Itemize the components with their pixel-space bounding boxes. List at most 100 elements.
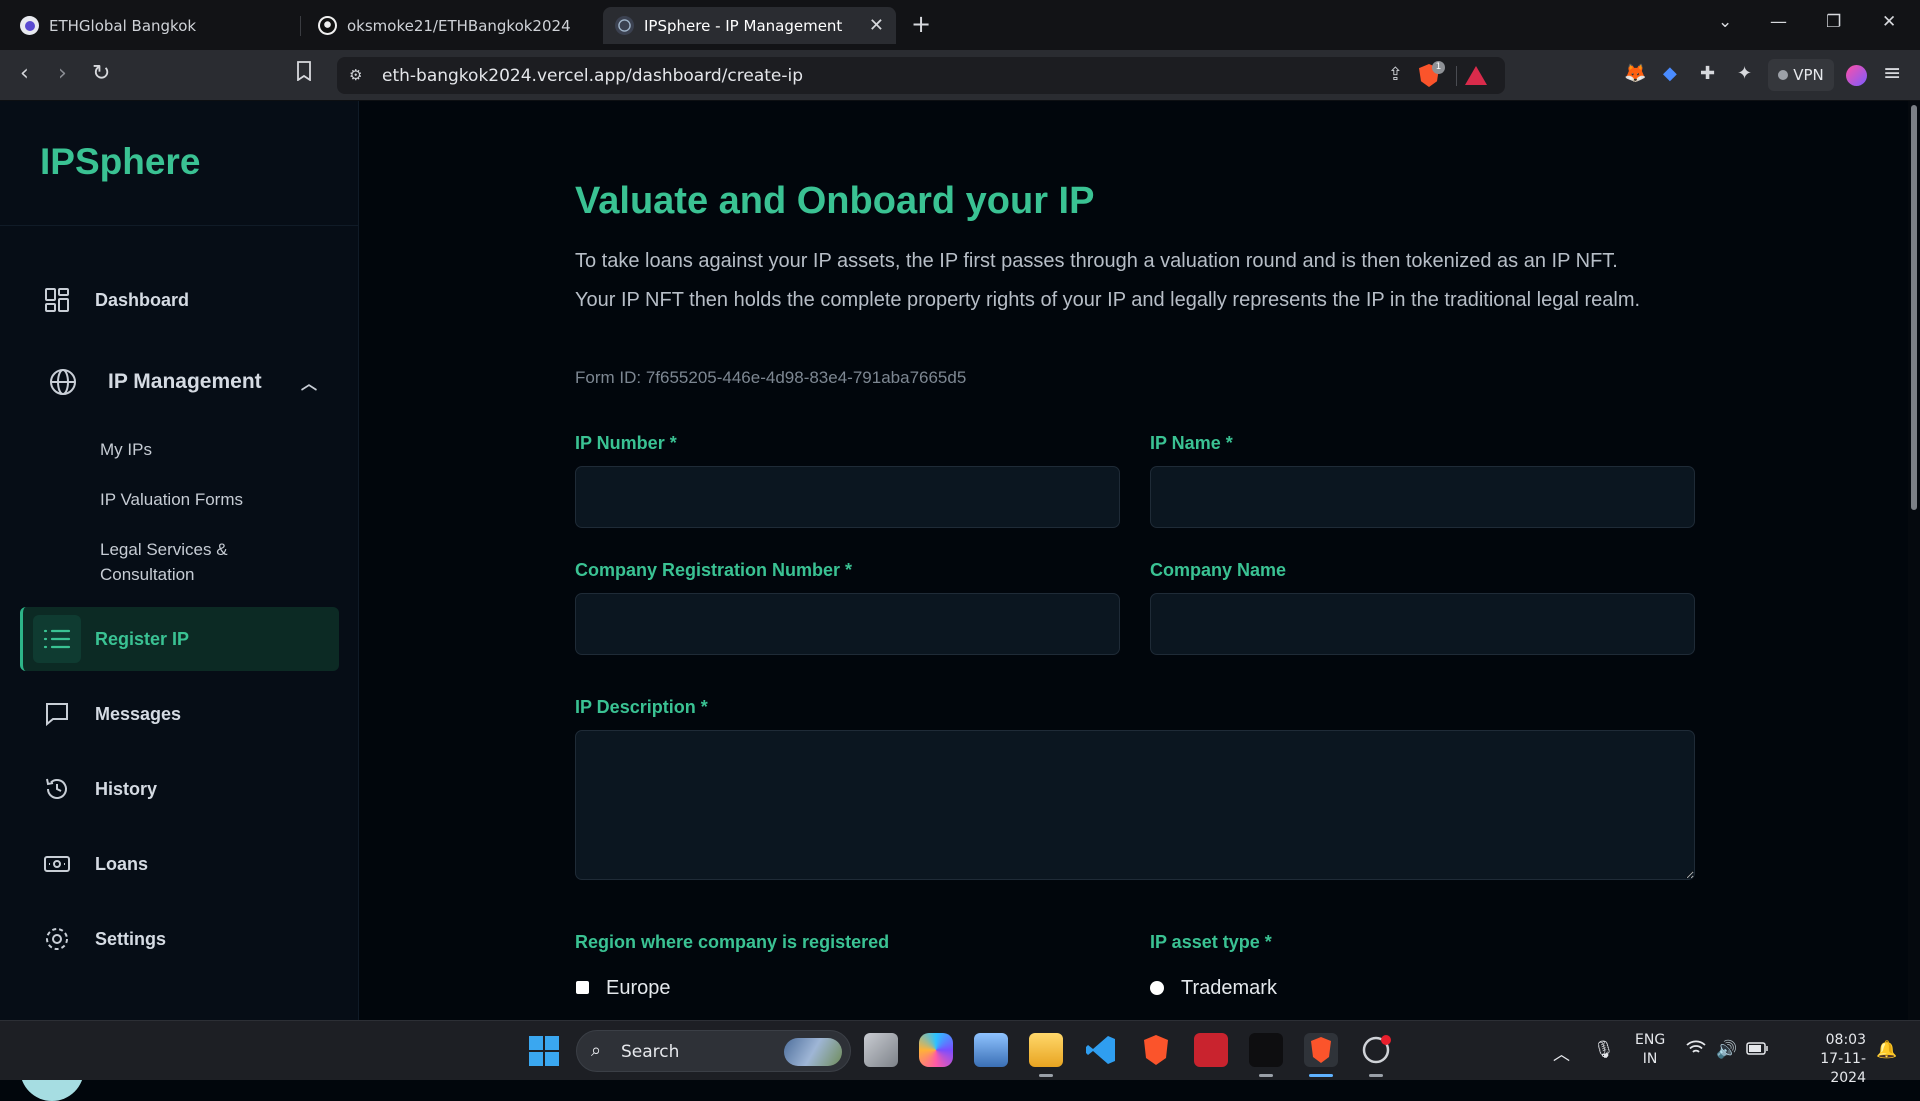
tab-title: IPSphere - IP Management bbox=[644, 16, 843, 35]
wifi-icon[interactable] bbox=[1686, 1040, 1706, 1061]
pdf-editor-icon[interactable] bbox=[1194, 1033, 1228, 1067]
list-icon bbox=[33, 615, 81, 663]
ip-asset-type-label: IP asset type * bbox=[1150, 932, 1272, 952]
sidebar-subitem-ip-valuation-forms[interactable]: IP Valuation Forms bbox=[100, 487, 243, 512]
sidebar-item-settings[interactable]: Settings bbox=[20, 908, 339, 970]
bookmark-icon[interactable] bbox=[296, 61, 312, 86]
reload-icon[interactable]: ↻ bbox=[92, 61, 110, 86]
sidebar-subitem-my-ips[interactable]: My IPs bbox=[100, 437, 152, 462]
photos-app-icon[interactable] bbox=[974, 1033, 1008, 1067]
company-name-label: Company Name bbox=[1150, 560, 1287, 580]
brave-browser-icon[interactable] bbox=[1139, 1033, 1173, 1067]
sidebar-item-messages[interactable]: Messages bbox=[20, 683, 339, 745]
volume-icon[interactable]: 🔊 bbox=[1716, 1040, 1737, 1060]
new-tab-button[interactable]: + bbox=[911, 10, 931, 38]
battery-icon[interactable] bbox=[1746, 1040, 1768, 1060]
sidebar-item-history[interactable]: History bbox=[20, 758, 339, 820]
language-code: ENG bbox=[1635, 1032, 1666, 1048]
tab-search-chevron-icon[interactable]: ⌄ bbox=[1718, 12, 1732, 32]
sidebar-item-register-ip[interactable]: Register IP bbox=[20, 607, 339, 671]
sidebar-item-dashboard[interactable]: Dashboard bbox=[20, 269, 339, 331]
file-explorer-icon[interactable] bbox=[1029, 1033, 1063, 1067]
language-indicator[interactable]: ENG IN bbox=[1635, 1031, 1665, 1069]
dark-app-running-indicator bbox=[1259, 1074, 1273, 1077]
ip-number-label: IP Number * bbox=[575, 433, 677, 453]
vpn-button[interactable]: VPN bbox=[1768, 59, 1834, 91]
company-registration-label: Company Registration Number * bbox=[575, 560, 853, 580]
tab-github[interactable]: oksmoke21/ETHBangkok2024 bbox=[306, 7, 596, 44]
share-icon[interactable]: ⇪ bbox=[1388, 64, 1403, 85]
dark-app-icon[interactable] bbox=[1249, 1033, 1283, 1067]
company-name-input[interactable] bbox=[1150, 593, 1695, 655]
tab-ethglobal[interactable]: ETHGlobal Bangkok bbox=[8, 7, 292, 44]
company-registration-input[interactable] bbox=[575, 593, 1120, 655]
extensions-puzzle-icon[interactable]: ✚ bbox=[1700, 63, 1715, 84]
minimize-icon[interactable]: — bbox=[1770, 12, 1787, 32]
forward-icon[interactable]: › bbox=[58, 61, 67, 86]
sidebar-item-ip-management[interactable]: IP Management ︿ bbox=[20, 351, 339, 413]
page-description-1: To take loans against your IP assets, th… bbox=[575, 250, 1618, 272]
tray-chevron-up-icon[interactable]: ︿ bbox=[1553, 1040, 1570, 1065]
ip-number-input[interactable] bbox=[575, 466, 1120, 528]
shield-count-badge: 1 bbox=[1432, 61, 1445, 74]
browser-menu-icon[interactable]: ≡ bbox=[1883, 61, 1901, 86]
explorer-running-indicator bbox=[1039, 1074, 1053, 1077]
ip-description-textarea[interactable] bbox=[575, 730, 1695, 880]
trademark-option-label[interactable]: Trademark bbox=[1181, 977, 1277, 1000]
tab-ipsphere[interactable]: IPSphere - IP Management ✕ bbox=[603, 7, 896, 44]
chevron-up-icon[interactable]: ︿ bbox=[301, 370, 317, 394]
url-separator bbox=[1456, 66, 1457, 86]
ethglobal-favicon-icon bbox=[20, 16, 39, 35]
url-text[interactable]: eth-bangkok2024.vercel.app/dashboard/cre… bbox=[382, 66, 803, 86]
extension-d-icon[interactable]: ◆ bbox=[1663, 63, 1677, 84]
brand-logo[interactable]: IPSphere bbox=[40, 141, 200, 183]
microphone-icon[interactable]: 🎙 bbox=[1593, 1040, 1615, 1060]
europe-option-label[interactable]: Europe bbox=[606, 977, 671, 1000]
profile-avatar-icon[interactable] bbox=[1846, 65, 1867, 86]
copilot-icon[interactable] bbox=[919, 1033, 953, 1067]
windows-start-icon[interactable] bbox=[529, 1036, 559, 1066]
ip-name-label: IP Name * bbox=[1150, 433, 1233, 453]
europe-checkbox[interactable] bbox=[576, 981, 589, 994]
tab-title: ETHGlobal Bangkok bbox=[49, 16, 197, 35]
url-bar[interactable]: ⚙ eth-bangkok2024.vercel.app/dashboard/c… bbox=[337, 57, 1505, 94]
search-highlight-image bbox=[784, 1038, 842, 1066]
dashboard-grid-icon bbox=[42, 285, 72, 315]
search-icon: ⌕ bbox=[591, 1040, 602, 1061]
site-settings-icon[interactable]: ⚙ bbox=[349, 66, 362, 84]
sidebar-item-label: Messages bbox=[95, 703, 182, 724]
leo-ai-icon[interactable]: ✦ bbox=[1737, 63, 1752, 84]
page-scrollbar[interactable] bbox=[1908, 101, 1920, 1020]
sidebar-divider bbox=[0, 225, 359, 226]
scrollbar-thumb[interactable] bbox=[1911, 105, 1917, 510]
close-tab-icon[interactable]: ✕ bbox=[869, 15, 884, 36]
notification-bell-icon[interactable]: 🔔 bbox=[1876, 1040, 1897, 1060]
address-toolbar: ‹ › ↻ ⚙ eth-bangkok2024.vercel.app/dashb… bbox=[0, 50, 1920, 101]
chrome-style-app-icon[interactable] bbox=[1359, 1033, 1393, 1067]
page-title: Valuate and Onboard your IP bbox=[575, 180, 1095, 222]
taskbar-search[interactable]: ⌕ Search bbox=[576, 1030, 851, 1072]
tab-separator bbox=[300, 16, 301, 36]
windows-taskbar: ⌕ Search ︿ 🎙 ENG IN 🔊 08:03 17-11-2024 🔔 bbox=[0, 1020, 1920, 1086]
brave-rewards-icon[interactable] bbox=[1465, 66, 1487, 85]
metamask-icon[interactable]: 🦊 bbox=[1624, 63, 1646, 84]
sidebar-item-loans[interactable]: Loans bbox=[20, 833, 339, 895]
sidebar-item-label: Loans bbox=[95, 853, 149, 874]
tab-title: oksmoke21/ETHBangkok2024 bbox=[347, 16, 571, 35]
brave-nightly-icon[interactable] bbox=[1304, 1033, 1338, 1067]
sidebar: IPSphere Dashboard IP Management ︿ My IP… bbox=[0, 101, 359, 1101]
clock-date: 17-11-2024 bbox=[1820, 1051, 1866, 1086]
github-icon bbox=[318, 16, 337, 35]
back-icon[interactable]: ‹ bbox=[20, 61, 29, 86]
sidebar-subitem-legal-services[interactable]: Legal Services & Consultation bbox=[100, 537, 228, 587]
task-view-icon[interactable] bbox=[864, 1033, 898, 1067]
browser-tab-bar: ETHGlobal Bangkok oksmoke21/ETHBangkok20… bbox=[0, 0, 1920, 50]
system-clock[interactable]: 08:03 17-11-2024 bbox=[1786, 1031, 1866, 1088]
ip-name-input[interactable] bbox=[1150, 466, 1695, 528]
close-window-icon[interactable]: ✕ bbox=[1882, 12, 1896, 32]
trademark-radio[interactable] bbox=[1150, 981, 1164, 995]
vscode-icon[interactable] bbox=[1084, 1033, 1118, 1067]
restore-icon[interactable]: ❐ bbox=[1826, 12, 1841, 32]
legal-services-line1: Legal Services & bbox=[100, 540, 228, 559]
banknote-icon bbox=[42, 849, 72, 879]
